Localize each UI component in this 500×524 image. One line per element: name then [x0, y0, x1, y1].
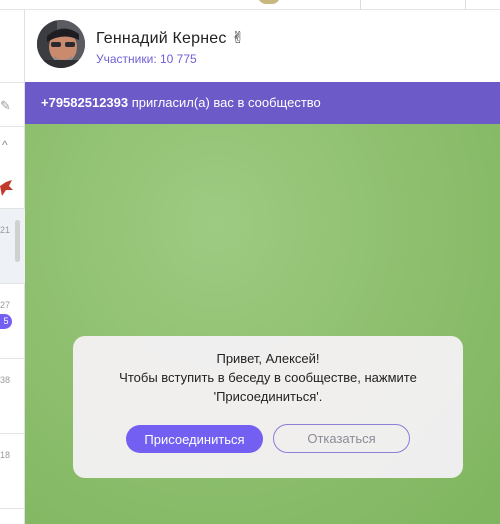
messenger-window: ✎ ^ 21 27 5 38 18 Геннадий Кернес ✌ Учас…: [0, 0, 500, 524]
sidebar-divider: [0, 508, 25, 509]
sidebar-divider: [0, 82, 25, 83]
inviter-phone: +79582512393: [41, 95, 129, 110]
chat-list-item[interactable]: 18: [0, 434, 25, 508]
sidebar-divider: [0, 126, 25, 127]
chat-list-item-time: 21: [0, 225, 11, 235]
unread-badge: 5: [0, 314, 12, 329]
chat-title: Геннадий Кернес ✌: [96, 28, 245, 48]
compose-icon[interactable]: ✎: [0, 98, 11, 114]
toolbar-avatar-fragment: [258, 0, 280, 4]
chat-list-sidebar: ✎ ^ 21 27 5 38 18: [0, 10, 25, 524]
chat-header: Геннадий Кернес ✌ Участники: 10 775: [25, 10, 500, 82]
dialog-message: Привет, Алексей! Чтобы вступить в беседу…: [73, 349, 463, 406]
invite-banner: +79582512393 пригласил(а) вас в сообщест…: [25, 82, 500, 124]
chat-list-item-time: 18: [0, 450, 11, 460]
toolbar-divider: [465, 0, 466, 10]
dialog-instruction: Чтобы вступить в беседу в сообществе, на…: [119, 370, 417, 385]
chat-list-item[interactable]: 27 5: [0, 284, 25, 358]
chat-thumbnail-icon[interactable]: [0, 178, 14, 198]
chevron-up-icon[interactable]: ^: [2, 138, 8, 152]
top-toolbar-strip: [0, 0, 500, 10]
victory-hand-icon: ✌: [231, 30, 245, 47]
chat-list-item-time: 27: [0, 300, 11, 310]
chat-participants-count[interactable]: Участники: 10 775: [96, 52, 197, 66]
chat-avatar[interactable]: [37, 20, 85, 68]
person-avatar-icon: [37, 20, 85, 68]
chat-list-scrollbar[interactable]: [15, 220, 20, 262]
dialog-instruction-action: 'Присоединиться'.: [213, 389, 323, 404]
join-community-dialog: Привет, Алексей! Чтобы вступить в беседу…: [73, 336, 463, 478]
decline-button[interactable]: Отказаться: [273, 424, 410, 453]
invite-text: пригласил(а) вас в сообщество: [128, 95, 321, 110]
toolbar-divider: [360, 0, 361, 10]
chat-list-item[interactable]: 21: [0, 209, 25, 283]
join-button[interactable]: Присоединиться: [126, 425, 263, 453]
chat-list-item-time: 38: [0, 375, 11, 385]
dialog-greeting: Привет, Алексей!: [216, 351, 320, 366]
chat-title-text: Геннадий Кернес: [96, 30, 227, 47]
chat-list-item[interactable]: 38: [0, 359, 25, 433]
